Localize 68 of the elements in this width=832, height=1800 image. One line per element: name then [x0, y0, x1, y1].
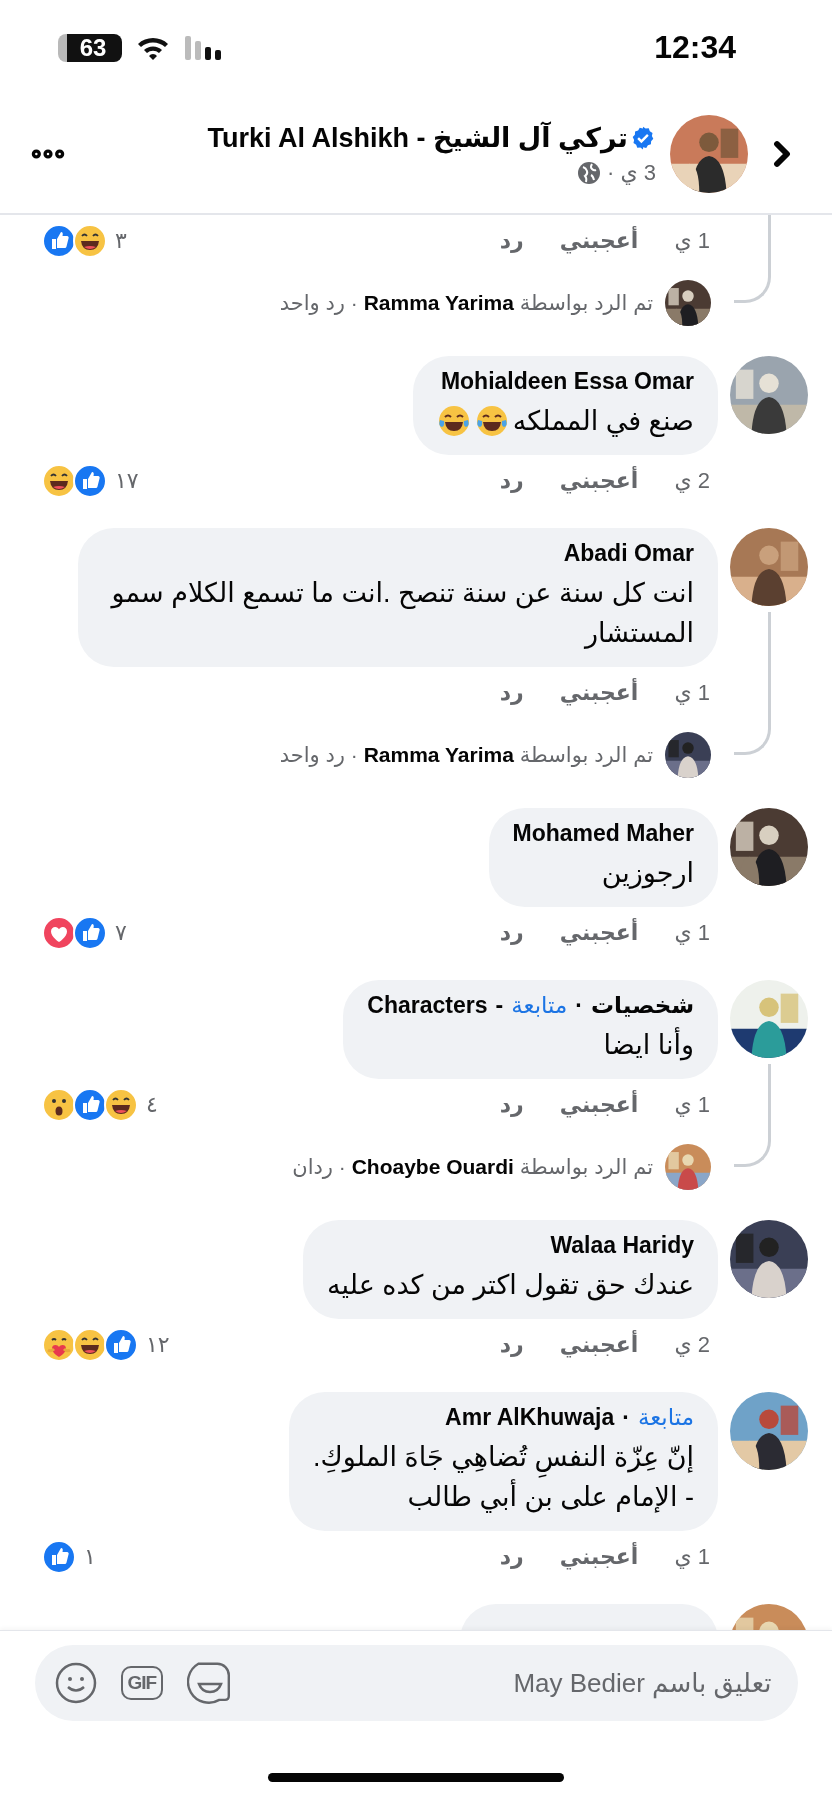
reaction-count: ٧	[115, 920, 127, 946]
thumbs-up-icon	[42, 1540, 76, 1574]
reply-link[interactable]: رد	[499, 468, 524, 494]
thumbs-up-icon	[42, 224, 76, 258]
comment-text: ارجوزين	[601, 857, 694, 891]
author-name[interactable]: Mohialdeen Essa Omar	[440, 368, 694, 395]
laughing-face-icon	[73, 224, 107, 258]
gif-button[interactable]: GIF	[120, 1666, 164, 1700]
comment-time: 1 ي	[674, 228, 710, 254]
separator: -	[495, 992, 504, 1019]
page-title: تركي آل الشيخ - Turki Al Alshikh	[207, 122, 628, 154]
reply-link[interactable]: رد	[499, 228, 524, 254]
author-name[interactable]: شخصيات	[591, 992, 694, 1019]
surprised-face-icon	[42, 1088, 76, 1122]
author-name[interactable]: Walaa Haridy	[550, 1232, 694, 1259]
thumbs-up-icon	[73, 1088, 107, 1122]
reply-link[interactable]: رد	[499, 1544, 524, 1570]
reaction-count: ١	[84, 1544, 96, 1570]
hugging-face-icon	[42, 1328, 76, 1362]
like-link[interactable]: أعجبني	[559, 1332, 639, 1358]
comment-text: انت كل سنة عن سنة تنصح .انت ما تسمع الكلام سمو المستشار	[109, 577, 694, 651]
comment-time: 1 ي	[674, 1092, 710, 1118]
author-name[interactable]: Amr AlKhuwaja	[445, 1404, 615, 1431]
crying-laughing-icon	[474, 404, 509, 438]
clock-time: 12:34	[654, 29, 736, 66]
signal-icon	[184, 34, 222, 61]
thumbs-up-icon	[73, 916, 107, 950]
reply-link[interactable]: رد	[499, 1092, 524, 1118]
reply-link[interactable]: رد	[499, 920, 524, 946]
follow-link[interactable]: متابعة	[637, 1404, 694, 1431]
laughing-face-icon	[73, 1328, 107, 1362]
comment-text: وأنا ايضا	[603, 1025, 694, 1065]
like-link[interactable]: أعجبني	[559, 1544, 639, 1570]
comment-time: 1 ي	[674, 680, 710, 706]
reaction-count: ١٧	[115, 468, 139, 494]
separator: ·	[575, 992, 583, 1019]
comment-time: 1 ي	[674, 1544, 710, 1570]
like-link[interactable]: أعجبني	[559, 228, 639, 254]
comment-time: 2 ي	[674, 1332, 710, 1358]
comment-time: 2 ي	[674, 468, 710, 494]
comment-text: صنع في المملكه	[512, 405, 694, 439]
separator: ·	[622, 1404, 630, 1431]
author-name[interactable]: Characters	[367, 992, 488, 1019]
like-link[interactable]: أعجبني	[559, 920, 639, 946]
author-name[interactable]: Mohamed Maher	[512, 820, 694, 847]
follow-link[interactable]: متابعة	[511, 992, 568, 1019]
reply-link[interactable]: رد	[499, 1332, 524, 1358]
thumbs-up-icon	[73, 464, 107, 498]
comment-text: عندك حق تقول اكتر من كده عليه	[327, 1269, 694, 1303]
comment-time: 1 ي	[674, 920, 710, 946]
comment-text: إنّ عِزّة النفسِ تُضاهِي جَاهَ الملوكِ. - الإمام على بن أبي طالب	[313, 1441, 694, 1515]
thumbs-up-icon	[104, 1328, 138, 1362]
post-age: 3 ي	[620, 160, 656, 186]
crying-laughing-icon	[436, 404, 471, 438]
laughing-face-icon	[42, 464, 76, 498]
reaction-count: ٣	[115, 228, 127, 254]
globe-icon	[577, 161, 602, 185]
like-link[interactable]: أعجبني	[559, 468, 639, 494]
author-name[interactable]: Abadi Omar	[563, 540, 694, 567]
smiley-icon[interactable]	[54, 1662, 97, 1704]
reaction-count: ٤	[146, 1092, 158, 1118]
like-link[interactable]: أعجبني	[559, 1092, 639, 1118]
reply-link[interactable]: رد	[499, 680, 524, 706]
reaction-count: ١٢	[146, 1332, 170, 1358]
battery-indicator: 63	[58, 33, 122, 62]
laughing-face-icon	[104, 1088, 138, 1122]
separator: ·	[607, 160, 615, 186]
like-link[interactable]: أعجبني	[559, 680, 639, 706]
